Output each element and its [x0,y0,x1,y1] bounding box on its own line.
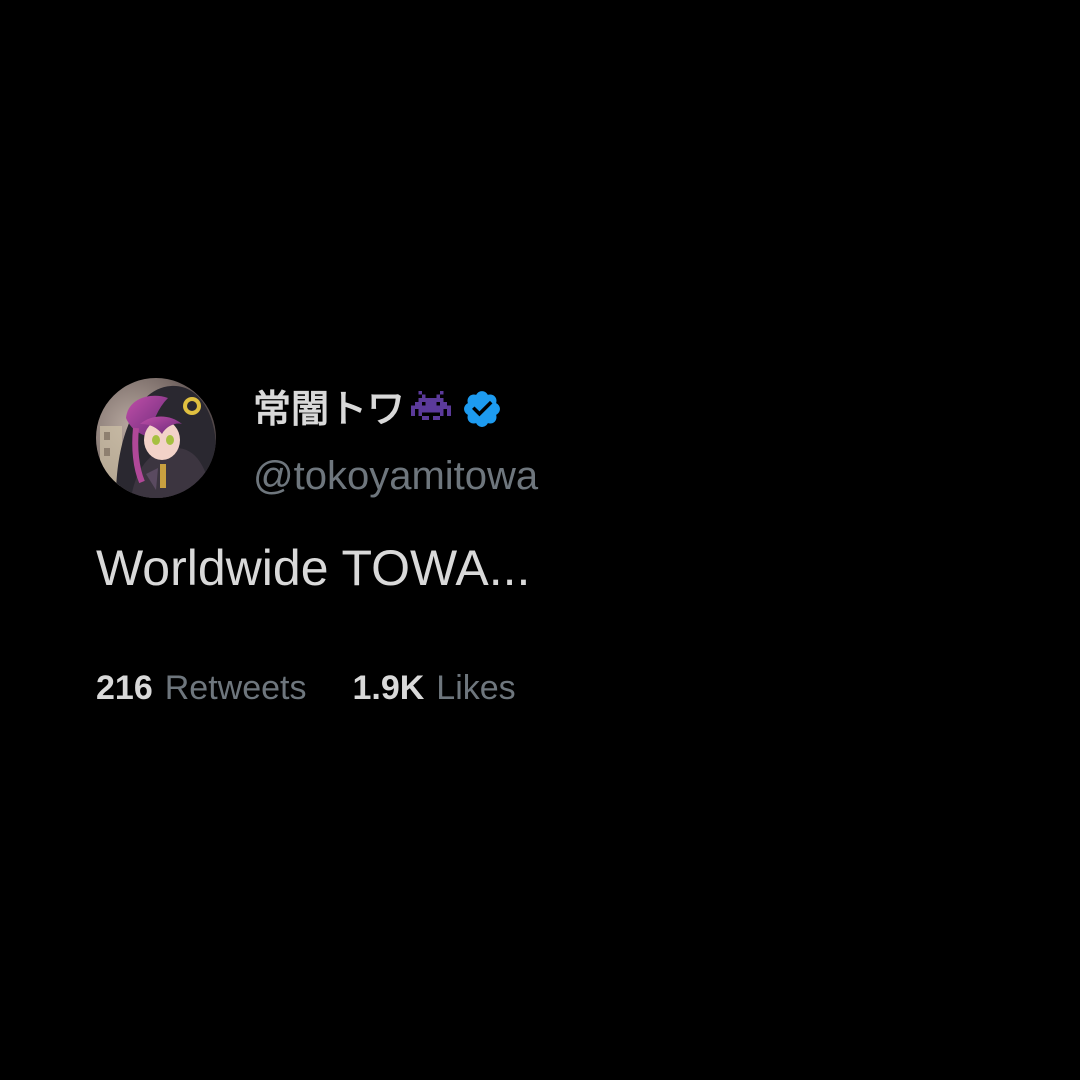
tweet-text: Worldwide TOWA... [96,540,531,596]
tweet-card: 常闇トワ @tokoyamitowa Worldwide TOWA... 216… [96,378,996,708]
retweets-count: 216 [96,669,153,707]
user-handle[interactable]: @tokoyamitowa [253,454,538,498]
avatar-illustration [96,378,216,498]
retweets-stat[interactable]: 216 Retweets [96,668,306,708]
likes-label: Likes [436,669,516,707]
likes-count: 1.9K [352,669,425,707]
user-names: 常闇トワ @tokoyamitowa [253,378,538,498]
display-name-row: 常闇トワ [253,384,538,434]
display-name[interactable]: 常闇トワ [253,384,405,434]
likes-stat[interactable]: 1.9K Likes [352,668,515,708]
verified-badge-icon[interactable] [461,388,503,430]
avatar[interactable] [96,378,216,498]
tweet-header: 常闇トワ @tokoyamitowa [96,378,996,498]
tweet-stats: 216 Retweets 1.9K Likes [96,668,996,708]
space-invader-icon [411,391,451,427]
retweets-label: Retweets [164,669,307,707]
